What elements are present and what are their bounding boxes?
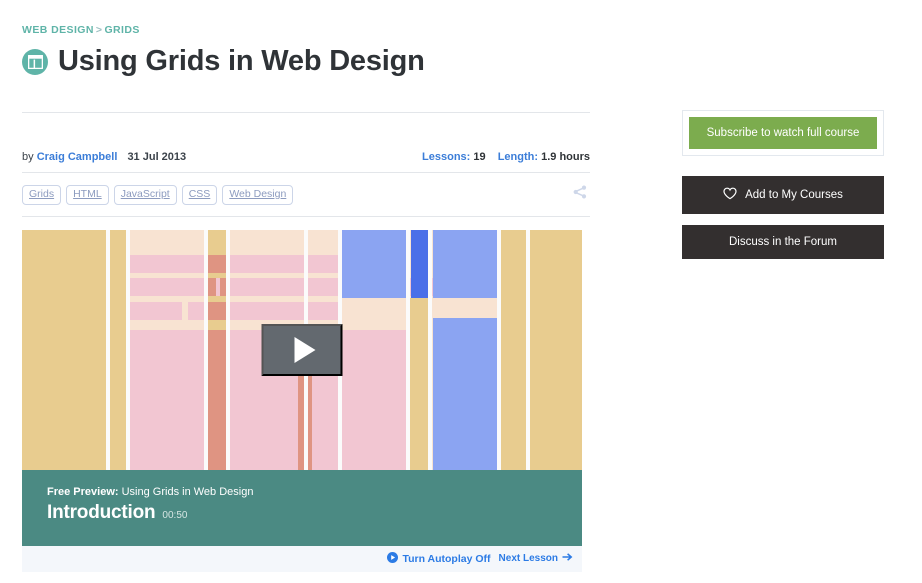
subscribe-button[interactable]: Subscribe to watch full course [689, 117, 877, 149]
breadcrumb-current-link[interactable]: GRIDS [104, 24, 139, 36]
course-actions-sidebar: Subscribe to watch full course Add to My… [682, 110, 884, 270]
breadcrumb-separator: > [95, 24, 103, 36]
author-info: by Craig Campbell 31 Jul 2013 [22, 151, 186, 163]
length-value: 1.9 hours [541, 151, 590, 163]
page-title-row: Using Grids in Web Design [22, 47, 590, 76]
share-icon[interactable] [573, 185, 590, 204]
circle-play-icon [387, 551, 399, 566]
video-thumbnail[interactable] [22, 229, 582, 470]
lesson-line: Introduction 00:50 [47, 502, 582, 524]
free-preview-course: Using Grids in Web Design [121, 485, 254, 498]
by-label: by [22, 151, 34, 163]
breadcrumb-root-link[interactable]: WEB DESIGN [22, 24, 94, 36]
tag-html[interactable]: HTML [66, 185, 109, 205]
toggle-autoplay-label: Turn Autoplay Off [402, 552, 491, 565]
length-stat: Length: 1.9 hours [498, 151, 590, 163]
play-triangle-icon [294, 336, 315, 363]
tag-css[interactable]: CSS [181, 185, 218, 205]
course-page: WEB DESIGN > GRIDS Using Grids in Web Desi… [0, 0, 922, 583]
discuss-in-forum-label: Discuss in the Forum [728, 236, 837, 248]
add-to-my-courses-label: Add to My Courses [745, 189, 843, 201]
free-preview-line: Free Preview: Using Grids in Web Design [47, 486, 582, 498]
tag-web-design[interactable]: Web Design [222, 185, 294, 205]
lessons-value: 19 [473, 151, 486, 163]
tag-grids[interactable]: Grids [22, 185, 62, 205]
next-lesson-button[interactable]: Next Lesson [499, 552, 573, 565]
length-label: Length: [497, 151, 539, 163]
course-stats: Lessons: 19 Length: 1.9 hours [413, 151, 590, 163]
divider-top [22, 112, 590, 113]
autoplay-bar: Turn Autoplay Off Next Lesson [22, 545, 582, 572]
play-button[interactable] [261, 323, 343, 376]
divider-tags [22, 215, 590, 217]
grid-layout-icon [22, 48, 48, 75]
course-meta: by Craig Campbell 31 Jul 2013 Lessons: 1… [22, 151, 590, 172]
tag-list: Grids HTML JavaScript CSS Web Design [22, 185, 294, 205]
add-to-my-courses-button[interactable]: Add to My Courses [682, 176, 884, 214]
lessons-stat: Lessons: 19 [422, 151, 489, 163]
page-title: Using Grids in Web Design [58, 45, 425, 77]
breadcrumb: WEB DESIGN > GRIDS [22, 20, 590, 36]
lesson-title: Introduction [47, 501, 156, 523]
lesson-duration: 00:50 [162, 509, 188, 521]
video-caption: Free Preview: Using Grids in Web Design … [22, 469, 582, 546]
publish-date: 31 Jul 2013 [127, 151, 187, 163]
author-link[interactable]: Craig Campbell [37, 151, 118, 163]
tags-row: Grids HTML JavaScript CSS Web Design [22, 173, 590, 216]
video-player: Free Preview: Using Grids in Web Design … [22, 229, 582, 572]
heart-icon [723, 187, 737, 203]
discuss-in-forum-button[interactable]: Discuss in the Forum [682, 225, 884, 259]
tag-javascript[interactable]: JavaScript [113, 185, 177, 205]
next-lesson-label: Next Lesson [498, 553, 558, 565]
main-content: WEB DESIGN > GRIDS Using Grids in Web Desi… [22, 20, 590, 572]
free-preview-label: Free Preview: [47, 485, 119, 498]
subscribe-card: Subscribe to watch full course [682, 110, 884, 156]
lessons-label: Lessons: [422, 151, 471, 163]
arrow-right-icon [562, 552, 573, 565]
toggle-autoplay-button[interactable]: Turn Autoplay Off [387, 551, 491, 566]
